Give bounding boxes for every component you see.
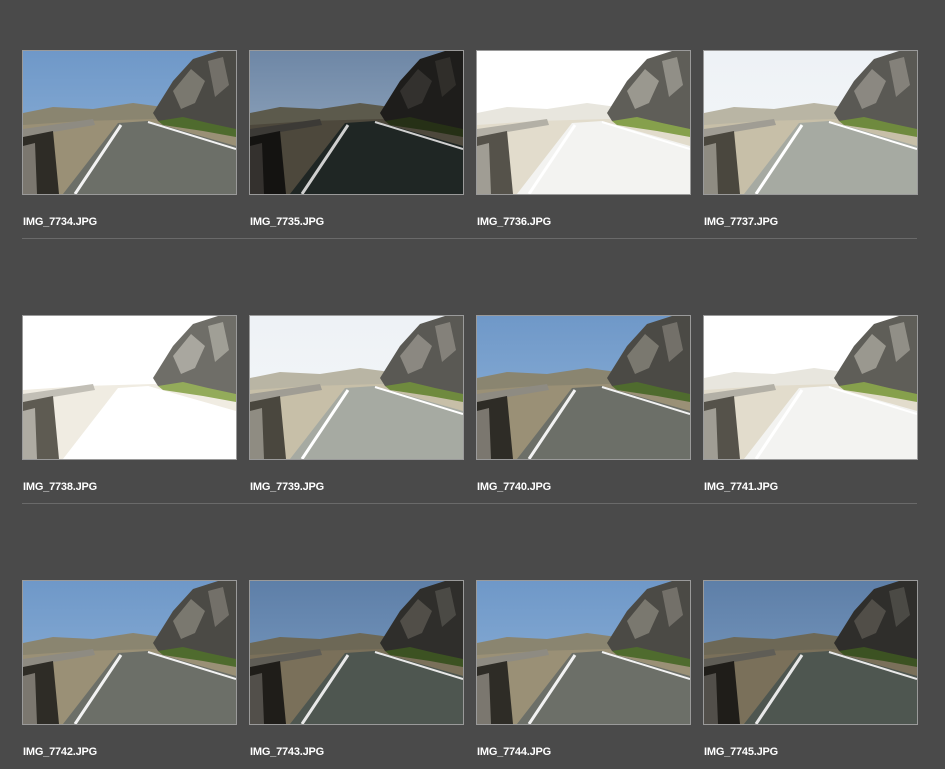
photo-thumbnail[interactable]	[703, 580, 918, 725]
photo-filename[interactable]: IMG_7742.JPG	[23, 746, 97, 758]
photo-thumbnail[interactable]	[22, 315, 237, 460]
photo-filename[interactable]: IMG_7735.JPG	[250, 216, 324, 228]
photo-filename[interactable]: IMG_7739.JPG	[250, 481, 324, 493]
photo-thumbnail[interactable]	[22, 50, 237, 195]
photo-thumbnail[interactable]	[22, 580, 237, 725]
road-photo-image	[477, 316, 690, 459]
road-photo-image	[250, 51, 463, 194]
road-photo-image	[23, 316, 236, 459]
road-photo-image	[704, 51, 917, 194]
road-photo-image	[23, 581, 236, 724]
photo-filename[interactable]: IMG_7744.JPG	[477, 746, 551, 758]
road-photo-image	[477, 51, 690, 194]
row-divider	[22, 503, 917, 504]
photo-filename[interactable]: IMG_7743.JPG	[250, 746, 324, 758]
road-photo-image	[250, 316, 463, 459]
photo-thumbnail[interactable]	[476, 580, 691, 725]
road-photo-image	[23, 51, 236, 194]
photo-filename[interactable]: IMG_7736.JPG	[477, 216, 551, 228]
photo-filename[interactable]: IMG_7740.JPG	[477, 481, 551, 493]
photo-thumbnail[interactable]	[249, 580, 464, 725]
photo-filename[interactable]: IMG_7737.JPG	[704, 216, 778, 228]
photo-filename[interactable]: IMG_7741.JPG	[704, 481, 778, 493]
photo-thumbnail[interactable]	[703, 315, 918, 460]
row-divider	[22, 238, 917, 239]
photo-filename[interactable]: IMG_7745.JPG	[704, 746, 778, 758]
photo-thumbnail[interactable]	[476, 50, 691, 195]
road-photo-image	[704, 316, 917, 459]
photo-filename[interactable]: IMG_7738.JPG	[23, 481, 97, 493]
road-photo-image	[704, 581, 917, 724]
road-photo-image	[477, 581, 690, 724]
photo-thumbnail[interactable]	[476, 315, 691, 460]
photo-thumbnail[interactable]	[249, 315, 464, 460]
photo-thumbnail[interactable]	[249, 50, 464, 195]
photo-thumbnail[interactable]	[703, 50, 918, 195]
road-photo-image	[250, 581, 463, 724]
photo-filename[interactable]: IMG_7734.JPG	[23, 216, 97, 228]
photo-grid: IMG_7734.JPG IMG_7735.JPG IMG_7736.JPG I…	[0, 0, 945, 769]
